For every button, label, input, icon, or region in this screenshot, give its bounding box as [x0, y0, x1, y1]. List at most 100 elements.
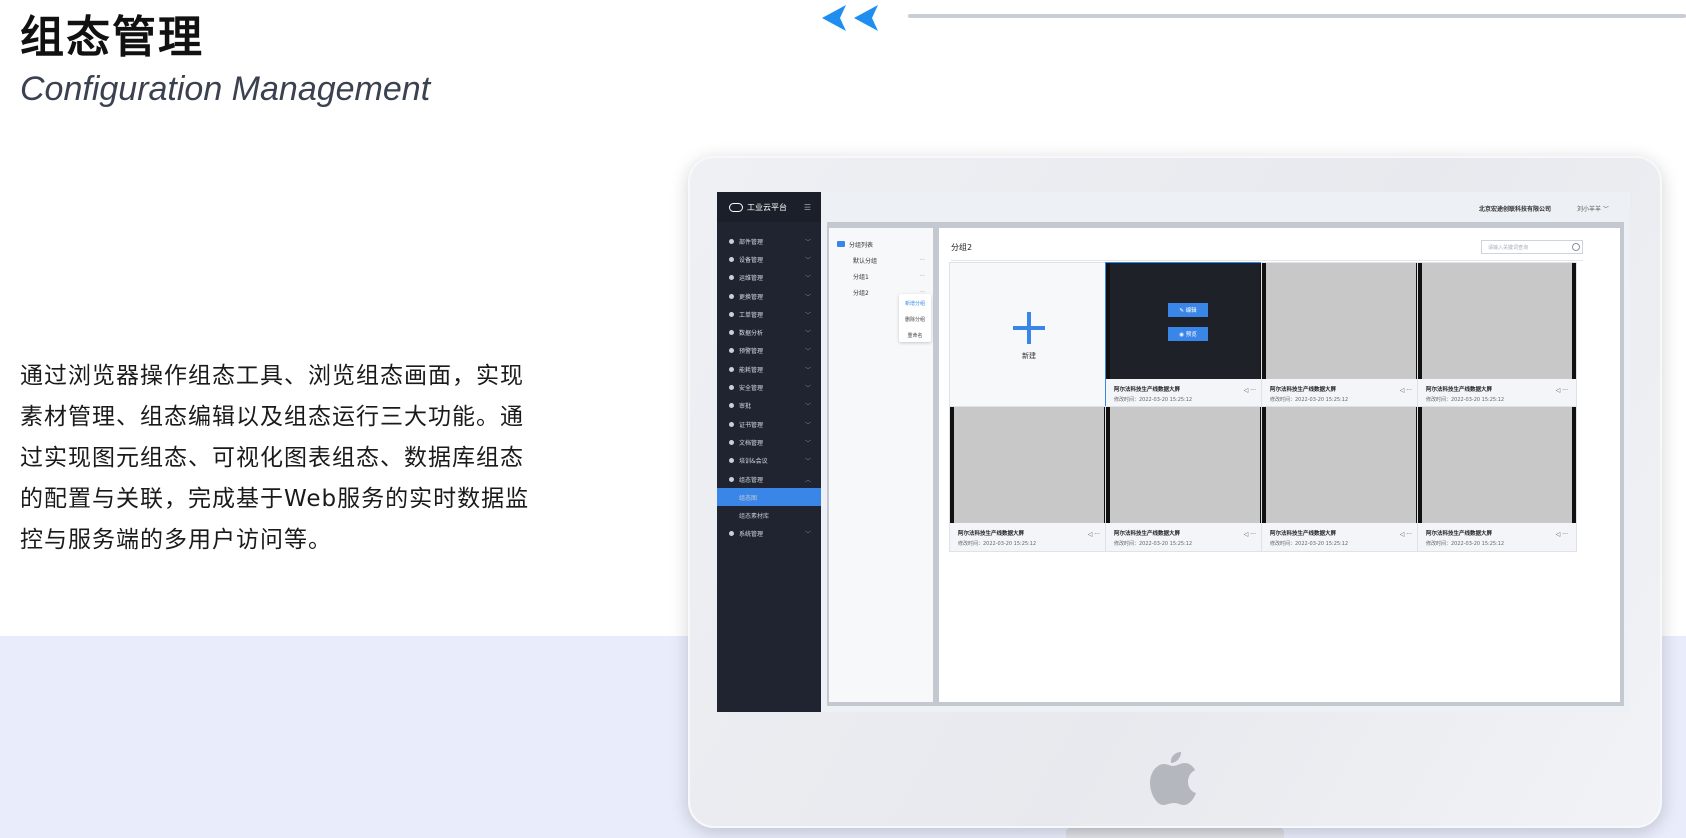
group-root-label: 分组列表 — [849, 241, 874, 249]
sidebar-item[interactable]: 培训&会议 ﹀ — [717, 452, 821, 470]
more-icon[interactable]: ··· — [919, 257, 925, 264]
card-time: 修改时间：2022-03-20 15:25:12 — [1114, 541, 1193, 547]
chevron-down-icon: ﹀ — [804, 275, 811, 283]
menu-item-add-group[interactable]: 新增分组 — [899, 296, 931, 310]
card-name: 阿尔法科技生产线数据大屏 — [1114, 531, 1181, 537]
plus-icon — [1013, 312, 1045, 344]
sidebar-nav: 部件管理 ﹀ 设备管理 ﹀ 运维管理 ﹀ 更换管理 ﹀ 工单管理 ﹀ 数据分析 ﹀ 预警管理… — [717, 222, 821, 543]
description: 通过浏览器操作组态工具、浏览组态画面，实现 素材管理、组态编辑以及组态运行三大功… — [20, 356, 550, 561]
config-card[interactable]: 阿尔法科技生产线数据大屏 修改时间：2022-03-20 15:25:12 ◁ … — [1261, 262, 1421, 408]
card-thumbnail — [1262, 263, 1420, 379]
company-name: 北京宏途创联科技有限公司 — [1479, 206, 1552, 213]
card-time: 修改时间：2022-03-20 15:25:12 — [1426, 541, 1505, 547]
edit-button[interactable]: ✎ 编辑 — [1168, 303, 1208, 317]
config-card[interactable]: 阿尔法科技生产线数据大屏 修改时间：2022-03-20 15:25:12 ◁ … — [1417, 406, 1577, 552]
card-actions[interactable]: ◁ ··· — [1088, 531, 1100, 538]
sidebar-item-label: 更换管理 — [739, 293, 764, 301]
group-item[interactable]: 默认分组 ··· — [829, 252, 933, 268]
card-name: 阿尔法科技生产线数据大屏 — [1114, 387, 1181, 393]
chevron-down-icon: ﹀ — [804, 366, 811, 374]
chevron-up-icon: ︿ — [804, 476, 811, 484]
sidebar-item[interactable]: 设备管理 ﹀ — [717, 250, 821, 268]
chevron-down-icon: ﹀ — [804, 403, 811, 411]
card-thumbnail — [1418, 263, 1576, 379]
header-divider — [908, 14, 1686, 18]
user-menu[interactable]: 刘小羊羊 ﹀ — [1577, 204, 1609, 213]
chevron-down-icon: ﹀ — [804, 330, 811, 338]
description-line: 通过浏览器操作组态工具、浏览组态画面，实现 — [20, 363, 524, 389]
preview-button[interactable]: ◉ 预览 — [1168, 327, 1208, 341]
sidebar-item[interactable]: 文档管理 ﹀ — [717, 433, 821, 451]
chevron-down-icon: ﹀ — [804, 385, 811, 393]
sidebar-item-label: 培训&会议 — [739, 458, 768, 466]
group-root[interactable]: 分组列表 — [829, 236, 933, 252]
sidebar-item-config[interactable]: 组态管理 ︿ — [717, 470, 821, 488]
more-icon[interactable]: ··· — [919, 273, 925, 280]
config-card[interactable]: 阿尔法科技生产线数据大屏 修改时间：2022-03-20 15:25:12 ◁ … — [949, 406, 1109, 552]
search-icon[interactable] — [1572, 243, 1580, 251]
sidebar-item[interactable]: 数据分析 ﹀ — [717, 323, 821, 341]
card-actions[interactable]: ◁ ··· — [1556, 531, 1568, 538]
nav-icon — [729, 330, 734, 336]
sidebar-item-label: 部件管理 — [739, 238, 764, 246]
group-panel: 分组列表 默认分组 ··· 分组1 ··· 分组2 ··· 新增分组 删除分组 … — [829, 228, 933, 702]
card-actions[interactable]: ◁ ··· — [1244, 531, 1256, 538]
nav-icon — [729, 311, 734, 317]
double-chevron-left-icon — [822, 5, 878, 31]
chevron-down-icon: ﹀ — [804, 348, 811, 356]
config-card[interactable]: 阿尔法科技生产线数据大屏 修改时间：2022-03-20 15:25:12 ◁ … — [1105, 406, 1265, 552]
sidebar-item[interactable]: 能耗管理 ﹀ — [717, 360, 821, 378]
card-thumbnail — [1262, 407, 1420, 523]
sidebar-item-label: 能耗管理 — [739, 366, 764, 374]
menu-toggle-icon[interactable]: ☰ — [804, 203, 811, 212]
card-actions[interactable]: ◁ ··· — [1400, 531, 1412, 538]
sidebar-item[interactable]: 工单管理 ﹀ — [717, 305, 821, 323]
nav-icon — [729, 458, 734, 464]
card-name: 阿尔法科技生产线数据大屏 — [1270, 531, 1337, 537]
menu-item-delete-group[interactable]: 删除分组 — [899, 312, 931, 326]
search-input[interactable]: 请输入关键词查询 — [1481, 240, 1583, 254]
sidebar-subitem-active[interactable]: 组态图 — [717, 488, 821, 507]
nav-icon — [729, 275, 734, 281]
sidebar-item[interactable]: 审批 ﹀ — [717, 397, 821, 415]
description-line: 素材管理、组态编辑以及组态运行三大功能。通 — [20, 404, 524, 430]
card-actions[interactable]: ◁ ··· — [1244, 387, 1256, 394]
page: 组态管理 Configuration Management 通过浏览器操作组态工… — [0, 0, 1686, 838]
sidebar-item[interactable]: 证书管理 ﹀ — [717, 415, 821, 433]
card-time: 修改时间：2022-03-20 15:25:12 — [958, 541, 1037, 547]
config-card[interactable]: 阿尔法科技生产线数据大屏 修改时间：2022-03-20 15:25:12 ◁ … — [1261, 406, 1421, 552]
sidebar-item-system[interactable]: 系统管理 ﹀ — [717, 525, 821, 543]
chevron-down-icon: ﹀ — [804, 458, 811, 466]
nav-icon — [729, 421, 734, 427]
card-time: 修改时间：2022-03-20 15:25:12 — [1270, 541, 1349, 547]
divider — [951, 260, 1583, 261]
sidebar-item[interactable]: 安全管理 ﹀ — [717, 378, 821, 396]
sidebar-item[interactable]: 预警管理 ﹀ — [717, 342, 821, 360]
sidebar-item[interactable]: 部件管理 ﹀ — [717, 232, 821, 250]
menu-item-rename[interactable]: 重命名 — [899, 328, 931, 342]
card-actions[interactable]: ◁ ··· — [1400, 387, 1412, 394]
new-card[interactable]: 新建 — [949, 262, 1109, 408]
chevron-down-icon: ﹀ — [804, 421, 811, 429]
config-card[interactable]: 阿尔法科技生产线数据大屏 修改时间：2022-03-20 15:25:12 ◁ … — [1417, 262, 1577, 408]
card-thumbnail — [1106, 407, 1264, 523]
config-card[interactable]: ✎ 编辑 ◉ 预览 阿尔法科技生产线数据大屏 修改时间：2022-03-20 1… — [1105, 262, 1265, 408]
card-thumbnail: ✎ 编辑 ◉ 预览 — [1106, 263, 1264, 379]
nav-icon — [729, 385, 734, 391]
chevron-down-icon: ﹀ — [804, 311, 811, 319]
sidebar-item-label: 预警管理 — [739, 348, 764, 356]
sidebar-item[interactable]: 运维管理 ﹀ — [717, 269, 821, 287]
sidebar-item[interactable]: 更换管理 ﹀ — [717, 287, 821, 305]
description-line: 控与服务端的多用户访问等。 — [20, 527, 332, 553]
card-name: 阿尔法科技生产线数据大屏 — [1270, 387, 1337, 393]
card-actions[interactable]: ◁ ··· — [1556, 387, 1568, 394]
sidebar-subitem[interactable]: 组态素材库 — [717, 506, 821, 524]
sidebar-item-label: 安全管理 — [739, 385, 764, 393]
apple-logo-icon — [1150, 752, 1196, 805]
card-time: 修改时间：2022-03-20 15:25:12 — [1114, 397, 1193, 403]
sidebar-item-label: 工单管理 — [739, 311, 764, 319]
group-item[interactable]: 分组1 ··· — [829, 268, 933, 284]
chevron-down-icon: ﹀ — [804, 531, 811, 539]
card-name: 阿尔法科技生产线数据大屏 — [1426, 531, 1493, 537]
nav-icon — [729, 439, 734, 445]
